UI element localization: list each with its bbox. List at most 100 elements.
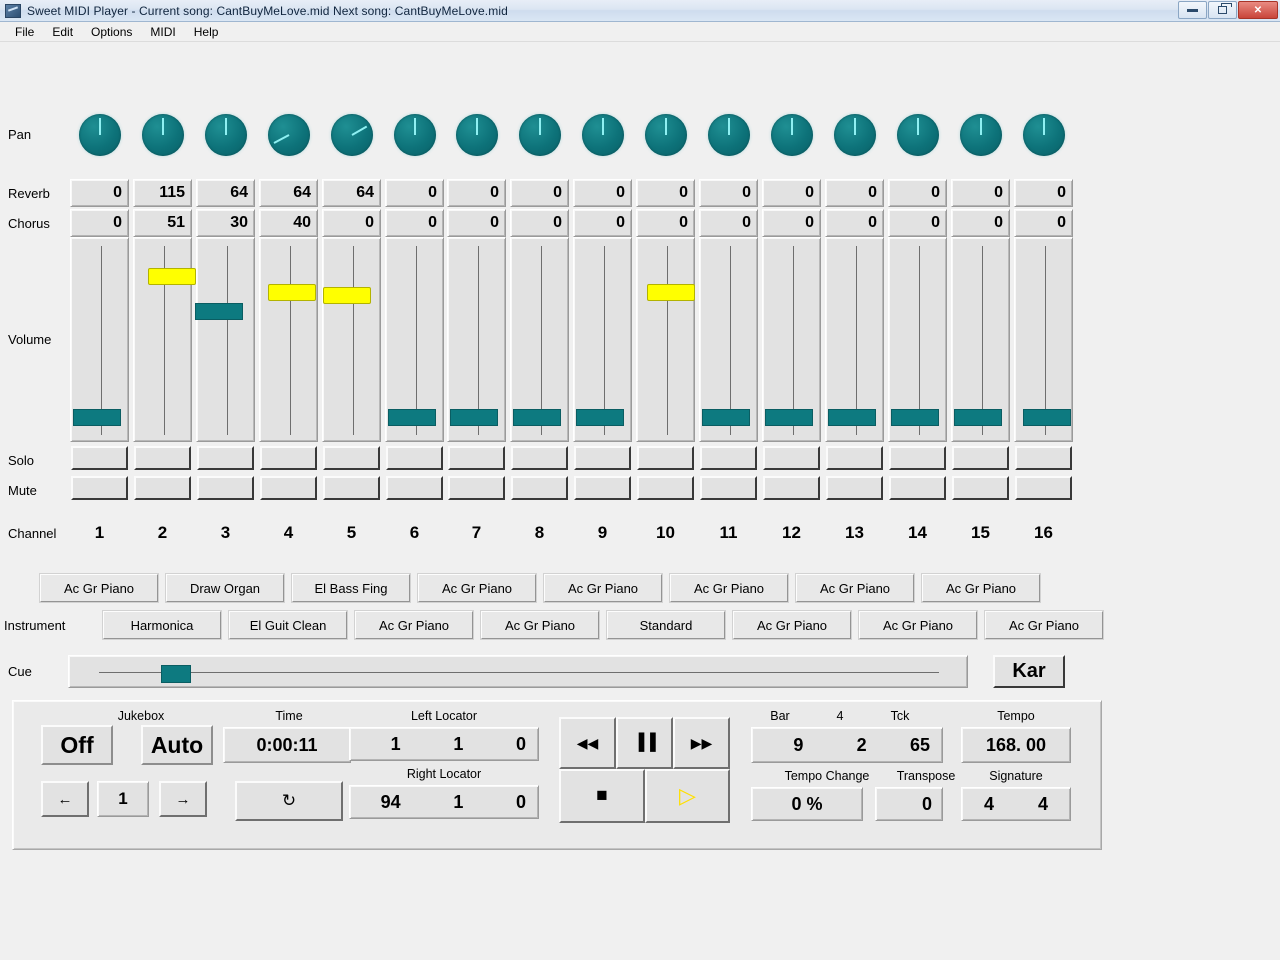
mute-button-2[interactable]	[134, 476, 191, 500]
mute-button-13[interactable]	[826, 476, 883, 500]
reverb-value-14[interactable]: 0	[888, 179, 947, 207]
jukebox-prev-button[interactable]: ←	[41, 781, 89, 817]
reverb-value-1[interactable]: 0	[70, 179, 129, 207]
volume-slider-handle-3[interactable]	[195, 303, 243, 320]
pan-knob-15[interactable]	[960, 114, 1002, 156]
tempo-field[interactable]: 168. 00	[961, 727, 1071, 763]
solo-button-3[interactable]	[197, 446, 254, 470]
chorus-value-1[interactable]: 0	[70, 209, 129, 237]
reverb-value-12[interactable]: 0	[762, 179, 821, 207]
volume-slider-9[interactable]	[573, 237, 632, 442]
chorus-value-16[interactable]: 0	[1014, 209, 1073, 237]
volume-slider-15[interactable]	[951, 237, 1010, 442]
instrument-button-ch4[interactable]: El Guit Clean	[229, 611, 347, 639]
reverb-value-11[interactable]: 0	[699, 179, 758, 207]
instrument-button-ch11[interactable]: Ac Gr Piano	[670, 574, 788, 602]
pan-knob-1[interactable]	[79, 114, 121, 156]
volume-slider-5[interactable]	[322, 237, 381, 442]
solo-button-13[interactable]	[826, 446, 883, 470]
menu-options[interactable]: Options	[82, 23, 141, 41]
mute-button-8[interactable]	[511, 476, 568, 500]
volume-slider-handle-2[interactable]	[148, 268, 196, 285]
solo-button-7[interactable]	[448, 446, 505, 470]
pan-knob-11[interactable]	[708, 114, 750, 156]
reverb-value-8[interactable]: 0	[510, 179, 569, 207]
pan-knob-4[interactable]	[268, 114, 310, 156]
instrument-button-ch16[interactable]: Ac Gr Piano	[985, 611, 1103, 639]
chorus-value-9[interactable]: 0	[573, 209, 632, 237]
pan-knob-10[interactable]	[645, 114, 687, 156]
volume-slider-1[interactable]	[70, 237, 129, 442]
volume-slider-handle-11[interactable]	[702, 409, 750, 426]
volume-slider-handle-9[interactable]	[576, 409, 624, 426]
volume-slider-handle-14[interactable]	[891, 409, 939, 426]
chorus-value-3[interactable]: 30	[196, 209, 255, 237]
instrument-button-ch10[interactable]: Standard	[607, 611, 725, 639]
menu-midi[interactable]: MIDI	[141, 23, 184, 41]
reverb-value-7[interactable]: 0	[447, 179, 506, 207]
solo-button-2[interactable]	[134, 446, 191, 470]
mute-button-3[interactable]	[197, 476, 254, 500]
jukebox-auto-button[interactable]: Auto	[141, 725, 213, 765]
menu-file[interactable]: File	[6, 23, 43, 41]
mute-button-12[interactable]	[763, 476, 820, 500]
chorus-value-10[interactable]: 0	[636, 209, 695, 237]
mute-button-5[interactable]	[323, 476, 380, 500]
solo-button-4[interactable]	[260, 446, 317, 470]
minimize-button[interactable]	[1178, 1, 1207, 19]
volume-slider-handle-10[interactable]	[647, 284, 695, 301]
mute-button-6[interactable]	[386, 476, 443, 500]
solo-button-12[interactable]	[763, 446, 820, 470]
instrument-button-ch14[interactable]: Ac Gr Piano	[859, 611, 977, 639]
volume-slider-6[interactable]	[385, 237, 444, 442]
menu-edit[interactable]: Edit	[43, 23, 82, 41]
volume-slider-handle-12[interactable]	[765, 409, 813, 426]
solo-button-6[interactable]	[386, 446, 443, 470]
kar-button[interactable]: Kar	[993, 655, 1065, 688]
pan-knob-12[interactable]	[771, 114, 813, 156]
instrument-button-ch5[interactable]: El Bass Fing	[292, 574, 410, 602]
reverb-value-10[interactable]: 0	[636, 179, 695, 207]
position-field[interactable]: 9 2 65	[751, 727, 943, 763]
left-locator-field[interactable]: 1 1 0	[349, 727, 539, 761]
volume-slider-handle-13[interactable]	[828, 409, 876, 426]
instrument-button-ch8[interactable]: Ac Gr Piano	[481, 611, 599, 639]
instrument-button-ch7[interactable]: Ac Gr Piano	[418, 574, 536, 602]
pan-knob-6[interactable]	[394, 114, 436, 156]
volume-slider-handle-4[interactable]	[268, 284, 316, 301]
instrument-button-ch3[interactable]: Draw Organ	[166, 574, 284, 602]
volume-slider-13[interactable]	[825, 237, 884, 442]
reverb-value-15[interactable]: 0	[951, 179, 1010, 207]
pan-knob-3[interactable]	[205, 114, 247, 156]
mute-button-14[interactable]	[889, 476, 946, 500]
volume-slider-11[interactable]	[699, 237, 758, 442]
pan-knob-14[interactable]	[897, 114, 939, 156]
chorus-value-6[interactable]: 0	[385, 209, 444, 237]
transpose-field[interactable]: 0	[875, 787, 943, 821]
reverb-value-2[interactable]: 115	[133, 179, 192, 207]
pan-knob-2[interactable]	[142, 114, 184, 156]
mute-button-10[interactable]	[637, 476, 694, 500]
volume-slider-handle-1[interactable]	[73, 409, 121, 426]
reverb-value-3[interactable]: 64	[196, 179, 255, 207]
volume-slider-handle-8[interactable]	[513, 409, 561, 426]
solo-button-11[interactable]	[700, 446, 757, 470]
volume-slider-handle-7[interactable]	[450, 409, 498, 426]
menu-help[interactable]: Help	[185, 23, 228, 41]
instrument-button-ch13[interactable]: Ac Gr Piano	[796, 574, 914, 602]
mute-button-4[interactable]	[260, 476, 317, 500]
reverb-value-9[interactable]: 0	[573, 179, 632, 207]
volume-slider-handle-5[interactable]	[323, 287, 371, 304]
volume-slider-12[interactable]	[762, 237, 821, 442]
chorus-value-5[interactable]: 0	[322, 209, 381, 237]
chorus-value-15[interactable]: 0	[951, 209, 1010, 237]
forward-button[interactable]: ▶▶	[673, 717, 730, 769]
reverb-value-4[interactable]: 64	[259, 179, 318, 207]
rewind-button[interactable]: ◀◀	[559, 717, 616, 769]
restore-button[interactable]	[1208, 1, 1237, 19]
volume-slider-14[interactable]	[888, 237, 947, 442]
solo-button-16[interactable]	[1015, 446, 1072, 470]
reverb-value-6[interactable]: 0	[385, 179, 444, 207]
right-locator-field[interactable]: 94 1 0	[349, 785, 539, 819]
mute-button-7[interactable]	[448, 476, 505, 500]
